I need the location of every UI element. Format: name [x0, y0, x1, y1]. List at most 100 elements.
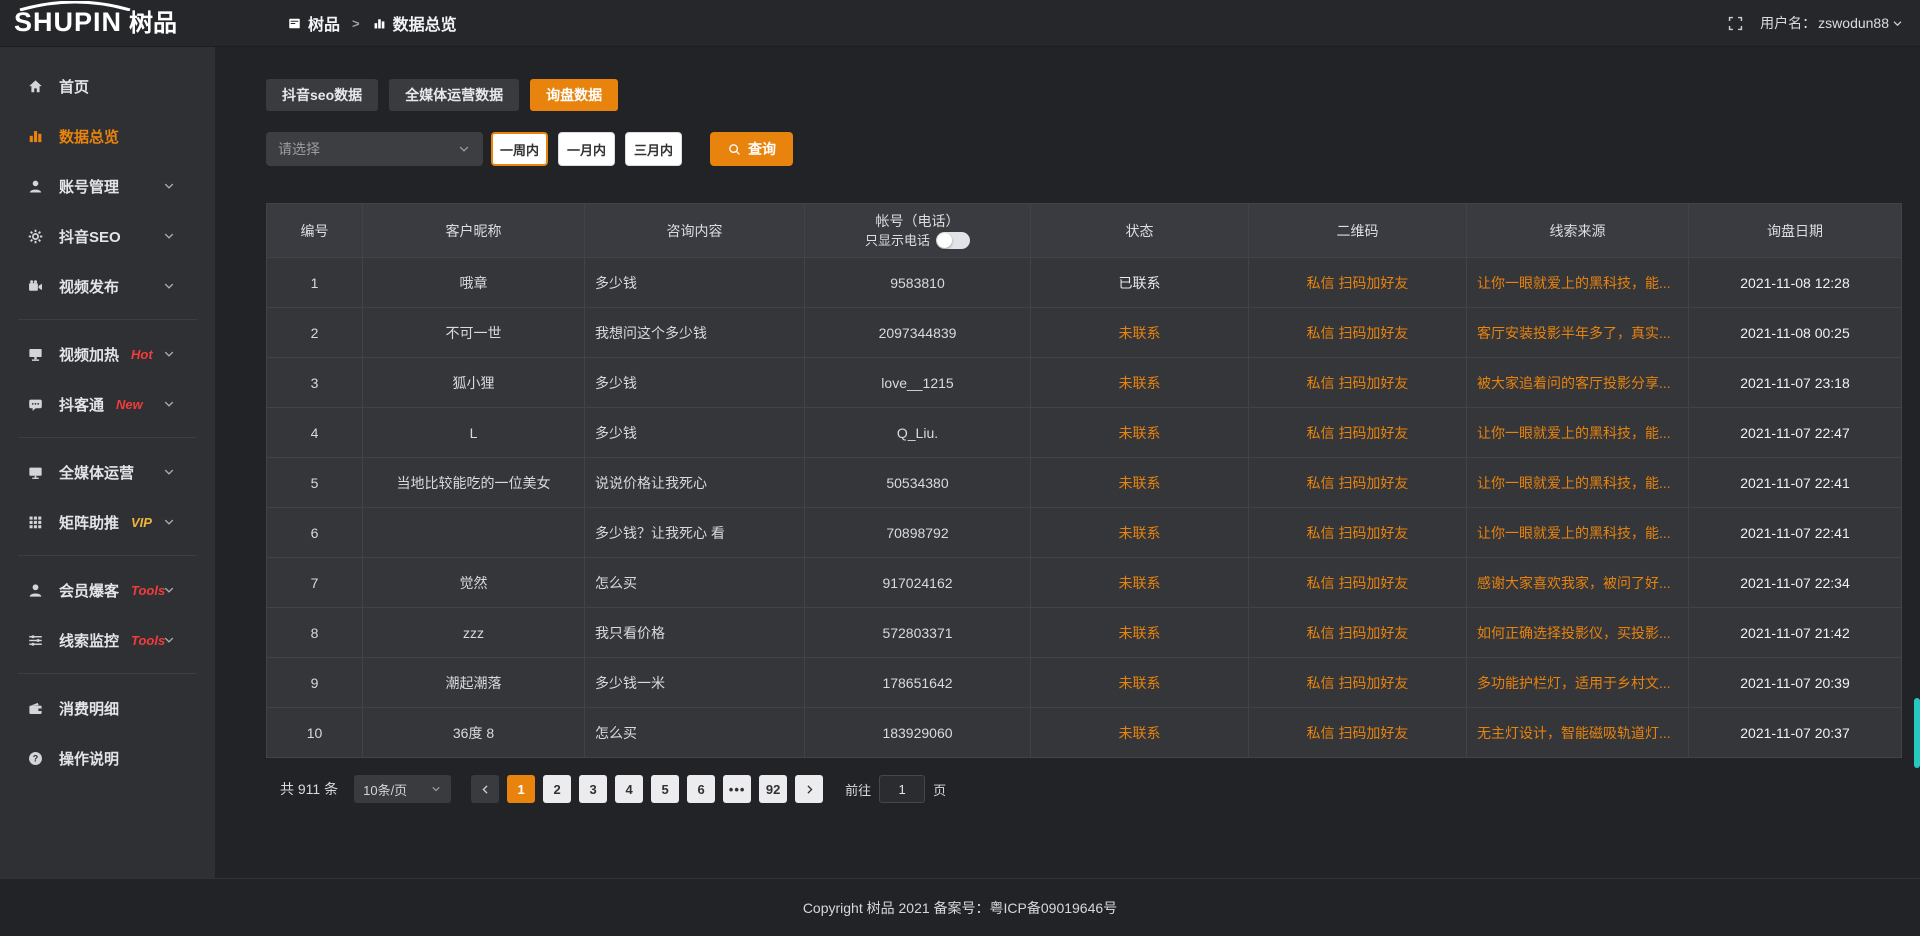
topbar: SHUPIN 树品 树品>数据总览 用户名：zswodun88: [0, 0, 1920, 47]
scan-add-friend-link[interactable]: 扫码加好友: [1338, 325, 1408, 341]
status-text: 未联系: [1119, 625, 1161, 641]
lead-source-link[interactable]: 客厅安装投影半年多了，真实...: [1477, 325, 1671, 341]
scan-add-friend-link[interactable]: 扫码加好友: [1338, 275, 1408, 291]
sidebar-item[interactable]: 线索监控Tools: [0, 615, 215, 665]
sidebar-item[interactable]: 全媒体运营: [0, 447, 215, 497]
sidebar-item[interactable]: 抖客通New: [0, 379, 215, 429]
cell-source: 多功能护栏灯，适用于乡村文...: [1467, 658, 1689, 708]
sidebar-item[interactable]: 视频加热Hot: [0, 329, 215, 379]
prev-page-button[interactable]: [471, 775, 499, 803]
status-text: 未联系: [1119, 475, 1161, 491]
page-button[interactable]: 1: [507, 775, 535, 803]
lead-source-link[interactable]: 让你一眼就爱上的黑科技，能...: [1477, 475, 1671, 491]
sidebar-item[interactable]: 账号管理: [0, 161, 215, 211]
goto-page-input[interactable]: [879, 775, 925, 803]
dm-link[interactable]: 私信: [1307, 675, 1335, 691]
scan-add-friend-link[interactable]: 扫码加好友: [1338, 525, 1408, 541]
pagination-ellipsis[interactable]: •••: [723, 775, 751, 803]
cell-account: 50534380: [805, 458, 1031, 508]
dm-link[interactable]: 私信: [1307, 425, 1335, 441]
next-page-button[interactable]: [795, 775, 823, 803]
dm-link[interactable]: 私信: [1307, 475, 1335, 491]
breadcrumb-label: 数据总览: [393, 11, 457, 35]
tab-button[interactable]: 抖音seo数据: [266, 79, 378, 111]
page-button[interactable]: 4: [615, 775, 643, 803]
app-logo: SHUPIN 树品: [0, 5, 215, 41]
dm-link[interactable]: 私信: [1307, 325, 1335, 341]
breadcrumb-item[interactable]: 数据总览: [372, 11, 457, 35]
sidebar-item[interactable]: 首页: [0, 61, 215, 111]
search-icon: [727, 142, 742, 157]
page-button[interactable]: 5: [651, 775, 679, 803]
cell-date: 2021-11-07 22:41: [1689, 508, 1902, 558]
chevron-left-icon: [479, 783, 492, 796]
sidebar-item[interactable]: 视频发布: [0, 261, 215, 311]
scan-add-friend-link[interactable]: 扫码加好友: [1338, 475, 1408, 491]
username-menu[interactable]: 用户名：zswodun88: [1760, 13, 1904, 33]
sidebar-item[interactable]: 抖音SEO: [0, 211, 215, 261]
dm-link[interactable]: 私信: [1307, 375, 1335, 391]
lead-source-link[interactable]: 让你一眼就爱上的黑科技，能...: [1477, 525, 1671, 541]
cell-source: 让你一眼就爱上的黑科技，能...: [1467, 258, 1689, 308]
column-header: 咨询内容: [585, 204, 805, 258]
lead-source-link[interactable]: 让你一眼就爱上的黑科技，能...: [1477, 425, 1671, 441]
lead-source-link[interactable]: 被大家追着问的客厅投影分享...: [1477, 375, 1671, 391]
table-row: 6多少钱？让我死心 看70898792未联系私信 扫码加好友让你一眼就爱上的黑科…: [267, 508, 1902, 558]
page-button[interactable]: 3: [579, 775, 607, 803]
sidebar-item[interactable]: 数据总览: [0, 111, 215, 161]
cell-account: 572803371: [805, 608, 1031, 658]
scan-add-friend-link[interactable]: 扫码加好友: [1338, 725, 1408, 741]
table-row: 4L多少钱Q_Liu.未联系私信 扫码加好友让你一眼就爱上的黑科技，能...20…: [267, 408, 1902, 458]
sidebar-item[interactable]: ?操作说明: [0, 733, 215, 783]
sidebar-item[interactable]: 矩阵助推VIP: [0, 497, 215, 547]
scan-add-friend-link[interactable]: 扫码加好友: [1338, 575, 1408, 591]
table-row: 2不可一世我想问这个多少钱2097344839未联系私信 扫码加好友客厅安装投影…: [267, 308, 1902, 358]
page-button[interactable]: 92: [759, 775, 787, 803]
lead-source-link[interactable]: 无主灯设计，智能磁吸轨道灯...: [1477, 725, 1671, 741]
period-button[interactable]: 一月内: [558, 132, 615, 166]
cell-status: 已联系: [1031, 258, 1249, 308]
sidebar-divider: [18, 555, 197, 556]
breadcrumb-item[interactable]: 树品: [287, 11, 340, 35]
filter-select[interactable]: 请选择: [266, 132, 483, 166]
phone-only-toggle[interactable]: [936, 232, 970, 249]
lead-source-link[interactable]: 感谢大家喜欢我家，被问了好...: [1477, 575, 1671, 591]
tab-button[interactable]: 全媒体运营数据: [389, 79, 519, 111]
page-button[interactable]: 2: [543, 775, 571, 803]
scan-add-friend-link[interactable]: 扫码加好友: [1338, 625, 1408, 641]
lead-source-link[interactable]: 如何正确选择投影仪，买投影...: [1477, 625, 1671, 641]
sidebar-item[interactable]: 消费明细: [0, 683, 215, 733]
cell-qr: 私信 扫码加好友: [1249, 608, 1467, 658]
lead-source-link[interactable]: 多功能护栏灯，适用于乡村文...: [1477, 675, 1671, 691]
sidebar-item-label: 抖客通: [59, 394, 104, 415]
search-button[interactable]: 查询: [710, 132, 793, 166]
chevron-down-icon: [160, 583, 178, 597]
column-header-account: 帐号（电话）只显示电话: [805, 204, 1031, 258]
dm-link[interactable]: 私信: [1307, 575, 1335, 591]
page-size-select[interactable]: 10条/页: [354, 775, 451, 803]
status-text: 未联系: [1119, 675, 1161, 691]
help-icon: ?: [26, 750, 44, 767]
cell-content: 我想问这个多少钱: [585, 308, 805, 358]
chevron-down-icon: [160, 229, 178, 243]
scan-add-friend-link[interactable]: 扫码加好友: [1338, 375, 1408, 391]
cell-status: 未联系: [1031, 408, 1249, 458]
scan-add-friend-link[interactable]: 扫码加好友: [1338, 425, 1408, 441]
lead-source-link[interactable]: 让你一眼就爱上的黑科技，能...: [1477, 275, 1671, 291]
cell-content: 怎么买: [585, 558, 805, 608]
period-button[interactable]: 一周内: [491, 132, 548, 166]
dm-link[interactable]: 私信: [1307, 625, 1335, 641]
cell-nickname: L: [363, 408, 585, 458]
dm-link[interactable]: 私信: [1307, 525, 1335, 541]
scan-add-friend-link[interactable]: 扫码加好友: [1338, 675, 1408, 691]
period-button[interactable]: 三月内: [625, 132, 682, 166]
dm-link[interactable]: 私信: [1307, 275, 1335, 291]
scrollbar-thumb[interactable]: [1914, 698, 1920, 768]
status-text: 未联系: [1119, 575, 1161, 591]
dm-link[interactable]: 私信: [1307, 725, 1335, 741]
sidebar-item[interactable]: 会员爆客Tools: [0, 565, 215, 615]
fullscreen-icon[interactable]: [1727, 15, 1744, 32]
page-button[interactable]: 6: [687, 775, 715, 803]
tab-button[interactable]: 询盘数据: [530, 79, 618, 111]
cell-content: 说说价格让我死心: [585, 458, 805, 508]
